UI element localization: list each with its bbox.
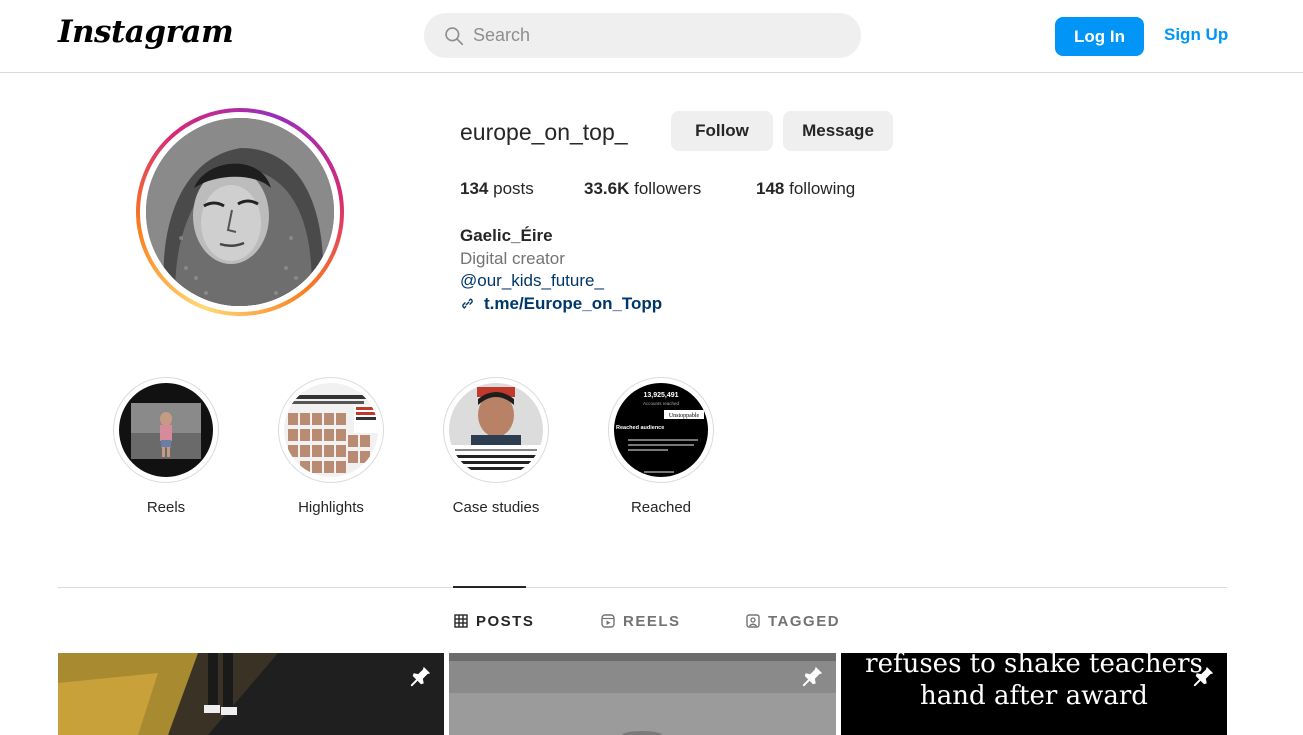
tab-reels[interactable]: REELS [601, 612, 681, 630]
stats-thumbnail: 13,925,491 Accounts reached Unstoppable … [614, 383, 708, 477]
top-navigation-bar: Instagram Log In Sign Up [0, 0, 1303, 73]
active-tab-indicator [453, 586, 526, 588]
highlight-label: Reels [146, 499, 186, 516]
post-caption-line: hand after award [920, 681, 1148, 711]
post-tile[interactable]: refuses to shake teachers hand after awa… [841, 653, 1227, 735]
highlight-reels[interactable]: Reels [113, 377, 219, 527]
followers-label: followers [634, 179, 702, 198]
highlight-ring [113, 377, 219, 483]
highlight-label: Highlights [298, 499, 364, 516]
followers-count: 33.6K [584, 179, 630, 198]
reel-thumbnail [119, 383, 213, 477]
tab-label: REELS [623, 612, 681, 630]
bio-mention-link[interactable]: @our_kids_future_ [460, 271, 604, 291]
highlight-ring: 13,925,491 Accounts reached Unstoppable … [608, 377, 714, 483]
mugshot-thumbnail [449, 383, 543, 477]
follow-button[interactable]: Follow [671, 111, 773, 151]
search-icon [445, 27, 464, 46]
thumb-sub: Accounts reached [643, 401, 680, 406]
profile-category: Digital creator [460, 249, 565, 268]
avatar-portrait-image [146, 118, 334, 306]
post-image [449, 653, 836, 735]
profile-username: europe_on_top_ [460, 119, 628, 145]
post-tile[interactable] [58, 653, 444, 735]
following-count: 148 [756, 179, 785, 198]
instagram-logo[interactable]: Instagram [58, 14, 234, 50]
posts-label: posts [493, 179, 534, 198]
pin-icon [802, 666, 823, 687]
bio-external-link[interactable]: t.me/Europe_on_Topp [484, 294, 662, 314]
sign-up-link[interactable]: Sign Up [1164, 25, 1228, 45]
highlight-ring [443, 377, 549, 483]
post-tile[interactable] [449, 653, 836, 735]
avatar[interactable] [146, 118, 334, 306]
profile-full-name: Gaelic_Éire [460, 226, 553, 245]
highlight-case-studies[interactable]: Case studies [443, 377, 549, 527]
following-label: following [789, 179, 856, 198]
posts-count: 134 [460, 179, 489, 198]
highlight-label: Case studies [452, 499, 540, 516]
message-button[interactable]: Message [783, 111, 893, 151]
followers-stat[interactable]: 33.6K followers [584, 179, 701, 199]
highlight-reached[interactable]: 13,925,491 Accounts reached Unstoppable … [608, 377, 714, 527]
highlight-ring [278, 377, 384, 483]
tab-label: POSTS [476, 612, 535, 630]
log-in-button[interactable]: Log In [1055, 17, 1144, 56]
following-stat[interactable]: 148 following [756, 179, 855, 199]
pin-icon [1193, 666, 1214, 687]
search-input[interactable] [473, 13, 843, 58]
thumb-heading: Reached audience [616, 425, 664, 431]
thumb-tag: Unstoppable [669, 413, 700, 419]
pin-icon [410, 666, 431, 687]
tab-tagged[interactable]: TAGGED [746, 612, 840, 630]
posts-count-stat: 134 posts [460, 179, 534, 199]
tagged-icon [746, 614, 760, 628]
highlight-highlights[interactable]: Highlights [278, 377, 384, 527]
profile-avatar-story-ring[interactable] [136, 108, 344, 316]
highlight-label: Reached [630, 499, 692, 516]
post-image [58, 653, 444, 735]
collage-thumbnail [284, 383, 378, 477]
grid-icon [454, 614, 468, 628]
search-box[interactable] [424, 13, 861, 58]
link-icon [462, 298, 473, 309]
tabs-divider [58, 587, 1227, 588]
reels-icon [601, 614, 615, 628]
thumb-number: 13,925,491 [643, 392, 678, 399]
post-caption-line: refuses to shake teachers [865, 653, 1203, 679]
tab-posts[interactable]: POSTS [454, 612, 534, 630]
tab-label: TAGGED [768, 612, 841, 630]
